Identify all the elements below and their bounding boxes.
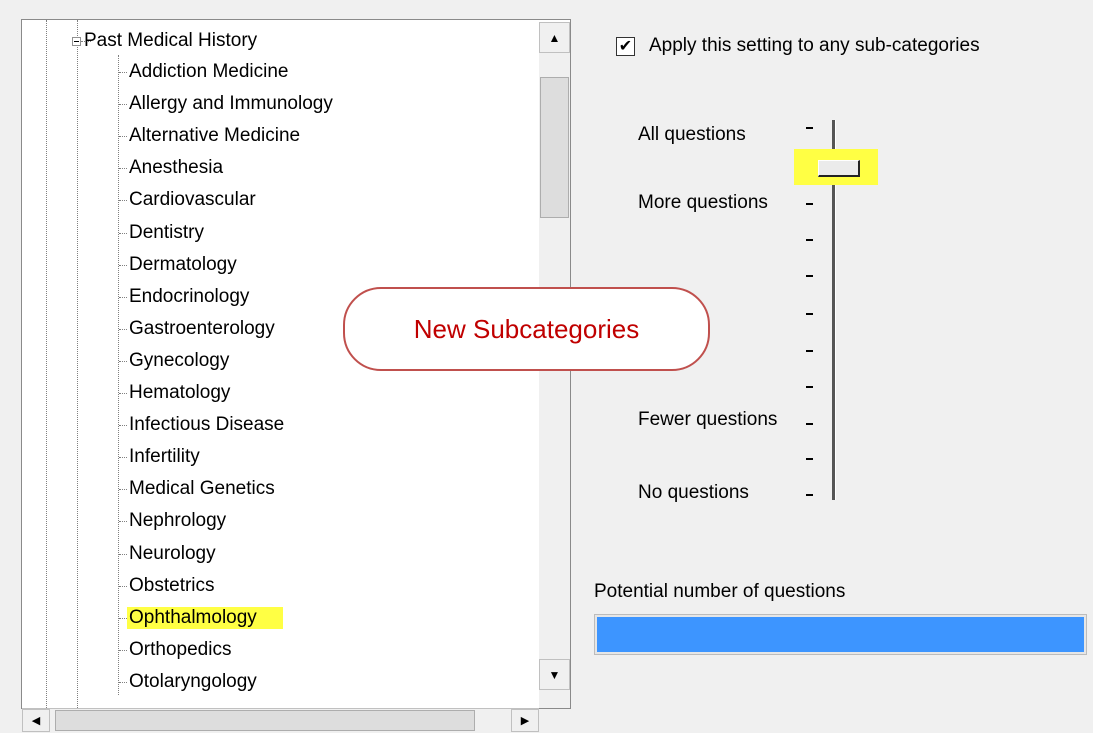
tree-guide-line [46,20,47,708]
potential-questions-fill [597,617,1084,652]
tree-guide-line [119,682,127,683]
tree-guide-line [119,200,127,201]
tree-item[interactable]: Allergy and Immunology [127,93,335,115]
slider-tick [806,423,813,425]
tree-guide-line [119,393,127,394]
tree-guide-line [119,489,127,490]
slider-label-none: No questions [638,482,749,503]
slider-tick [806,494,813,496]
slider-tick [806,239,813,241]
tree-guide-line [118,55,119,695]
checkmark-icon: ✔ [618,38,633,55]
tree-root-past-medical-history[interactable]: Past Medical History [82,30,259,52]
tree-guide-line [77,20,78,708]
tree-item[interactable]: Alternative Medicine [127,125,302,147]
slider-tick [806,203,813,205]
tree-guide-line [119,650,127,651]
tree-guide-line [119,329,127,330]
tree-item[interactable]: Infertility [127,446,202,468]
tree-item[interactable]: Ophthalmology [127,607,283,629]
tree-item[interactable]: Anesthesia [127,157,225,179]
slider-tick [806,275,813,277]
tree-item[interactable]: Otolaryngology [127,671,259,693]
tree-item[interactable]: Gynecology [127,350,231,372]
tree-guide-line [119,586,127,587]
tree-guide-line [119,168,127,169]
tree-guide-line [119,72,127,73]
scroll-up-arrow-icon[interactable]: ▲ [539,22,570,53]
slider-tick [806,386,813,388]
new-subcategories-callout: New Subcategories [343,287,710,371]
tree-guide-line [119,457,127,458]
tree-item[interactable]: Nephrology [127,510,228,532]
slider-tick [806,458,813,460]
scroll-left-arrow-icon[interactable]: ◀ [22,709,50,732]
tree-item[interactable]: Infectious Disease [127,414,286,436]
slider-tick [806,313,813,315]
tree-item[interactable]: Endocrinology [127,286,251,308]
tree-item[interactable]: Medical Genetics [127,478,277,500]
slider-tick [806,127,813,129]
scroll-right-arrow-icon[interactable]: ▶ [511,709,539,732]
tree-item[interactable]: Orthopedics [127,639,233,661]
slider-label-all: All questions [638,124,746,145]
slider-tick [806,350,813,352]
tree-guide-line [119,425,127,426]
horizontal-scrollbar[interactable]: ◀ ▶ [22,708,539,732]
tree-guide-line [119,554,127,555]
collapse-box-icon[interactable] [72,37,81,46]
tree-item[interactable]: Obstetrics [127,575,217,597]
tree-item[interactable]: Gastroenterology [127,318,277,340]
tree-item[interactable]: Cardiovascular [127,189,258,211]
question-level-slider-handle[interactable] [818,160,860,177]
tree-item[interactable]: Hematology [127,382,232,404]
tree-item[interactable]: Addiction Medicine [127,61,290,83]
tree-item[interactable]: Neurology [127,543,218,565]
tree-guide-line [119,521,127,522]
tree-guide-line [119,265,127,266]
tree-guide-line [119,233,127,234]
potential-questions-label: Potential number of questions [594,581,846,602]
tree-guide-line [119,136,127,137]
tree-guide-line [119,104,127,105]
scroll-down-arrow-icon[interactable]: ▼ [539,659,570,690]
tree-item[interactable]: Dentistry [127,222,206,244]
potential-questions-bar [594,614,1087,655]
vertical-scroll-thumb[interactable] [540,77,569,218]
tree-guide-line [119,361,127,362]
slider-label-fewer: Fewer questions [638,409,778,430]
slider-label-more: More questions [638,192,768,213]
horizontal-scroll-thumb[interactable] [55,710,475,731]
apply-subcategories-checkbox[interactable]: ✔ [616,37,635,56]
callout-text: New Subcategories [413,313,640,344]
apply-subcategories-label: Apply this setting to any sub-categories [649,35,980,56]
tree-item[interactable]: Dermatology [127,254,239,276]
tree-guide-line [119,297,127,298]
tree-guide-line [119,618,127,619]
